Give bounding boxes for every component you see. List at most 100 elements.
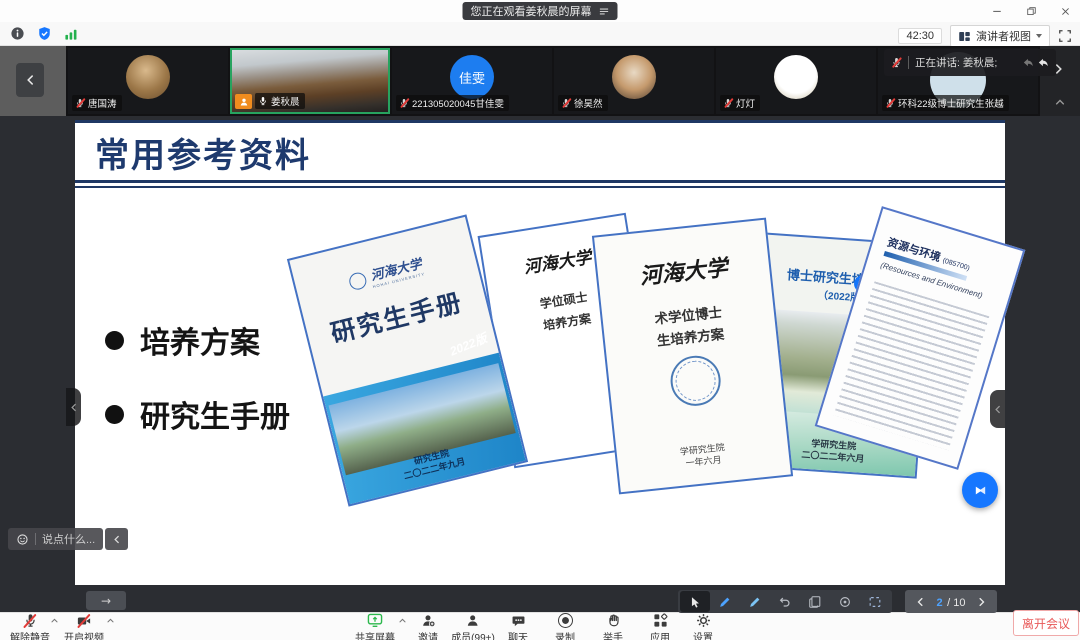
participant-strip: 唐国涛 姜秋晨 佳雯 221 [0,46,1080,116]
university-script: 河海大学 [597,246,770,296]
strip-collapse-button[interactable] [1054,96,1066,108]
university-seal [668,353,723,408]
participant-name: 221305020045甘佳雯 [412,96,504,110]
smiley-icon[interactable] [16,533,29,546]
camera-off-icon [76,613,92,628]
highlighter-icon [748,595,762,609]
settings-button[interactable]: 设置 [693,613,713,640]
chat-label: 聊天 [508,629,528,640]
pen-icon [718,595,732,609]
meeting-window: 您正在观看姜秋晨的屏幕 [0,0,1080,640]
mic-options-chevron[interactable] [50,616,59,625]
signal-icon[interactable] [64,26,79,41]
info-icon[interactable] [10,26,25,41]
meeting-timer: 42:30 [898,28,942,44]
menu-icon[interactable] [599,6,610,17]
start-video-label: 开启视频 [64,629,104,640]
avatar [612,55,656,99]
book-cover-doctoral-plan: 河海大学 术学位博士 生培养方案 学研究生院 一年六月 [592,218,793,495]
assistant-fab-button[interactable] [962,472,998,508]
chat-button[interactable]: 聊天 [508,613,528,640]
watching-banner-text: 您正在观看姜秋晨的屏幕 [471,3,592,19]
strip-scroll-left-button[interactable] [16,63,44,97]
view-mode-selector[interactable]: 演讲者视图 [950,25,1050,47]
unmute-button[interactable]: 解除静音 [6,613,54,640]
chat-input-collapsed[interactable]: 说点什么... [8,528,103,550]
start-video-button[interactable]: 开启视频 [60,613,108,640]
book-footer: 学研究生院 一年六月 [617,435,790,477]
chat-icon [511,613,526,628]
participant-tile[interactable]: 徐昊然 [554,48,714,114]
raise-hand-label: 举手 [603,629,623,640]
right-panel-handle[interactable] [990,390,1005,428]
mic-on-icon [258,96,268,106]
members-label: 成员(99+) [451,629,495,640]
restore-icon[interactable] [1024,4,1038,18]
participant-tile[interactable]: 佳雯 221305020045甘佳雯 [392,48,552,114]
mic-muted-icon [23,613,38,628]
unmute-label: 解除静音 [10,629,50,640]
mic-muted-icon [891,57,902,68]
undo-button[interactable] [770,591,800,612]
next-page-button[interactable] [976,596,988,608]
pages-icon [808,595,822,609]
apps-button[interactable]: 应用 [650,613,670,640]
participant-tile[interactable]: 唐国涛 [68,48,228,114]
page-current: 2 [937,597,943,609]
select-area-tool-button[interactable] [860,591,890,612]
undo-icon [778,595,792,609]
minimize-icon[interactable] [990,4,1004,18]
slide-bullet: 研究生手册 [105,392,290,436]
share-screen-button[interactable]: 共享屏幕 [355,613,395,640]
raise-hand-icon [606,613,621,628]
jump-arrow-icon: → [101,594,111,608]
leave-meeting-button[interactable]: 离开会议 [1013,610,1079,636]
share-screen-label: 共享屏幕 [355,629,395,640]
jump-arrow-button[interactable]: → [86,591,126,610]
slide-title: 常用参考资料 [95,128,311,177]
participant-nametag: 姜秋晨 [255,93,305,109]
pen-tool-button[interactable] [710,591,740,612]
invite-button[interactable]: 邀请 [418,613,438,640]
left-panel-handle[interactable] [66,388,81,426]
chat-input-placeholder[interactable]: 说点什么... [42,531,95,547]
body-text-blur [834,281,990,450]
shield-icon[interactable] [37,26,52,41]
title-rule-thick [75,180,1005,183]
mic-muted-icon [561,98,571,108]
members-button[interactable]: 成员(99+) [451,613,495,640]
participant-name: 唐国涛 [88,96,117,110]
participant-tile[interactable]: 灯灯 [716,48,876,114]
record-button[interactable]: 录制 [555,613,575,640]
presentation-slide: 常用参考资料 培养方案 研究生手册 河海大学 学位硕士 培养方案 博士研究生培养… [75,120,1005,585]
settings-icon [696,613,711,628]
chevron-left-icon [992,404,1003,415]
invite-icon [420,613,436,628]
prev-page-button[interactable] [914,596,926,608]
close-icon[interactable] [1058,4,1072,18]
pages-tool-button[interactable] [800,591,830,612]
fab-icon [972,482,989,499]
chevron-left-icon [68,402,79,413]
reply-arrow-icon[interactable] [1036,56,1049,69]
mic-muted-icon [723,98,733,108]
participant-nametag: 221305020045甘佳雯 [396,95,509,111]
laser-tool-button[interactable] [830,591,860,612]
participant-name: 环科22级博士研究生张越 [898,96,1004,110]
share-options-chevron[interactable] [398,616,407,625]
raise-hand-button[interactable]: 举手 [603,613,623,640]
highlighter-tool-button[interactable] [740,591,770,612]
video-options-chevron[interactable] [106,616,115,625]
watching-banner: 您正在观看姜秋晨的屏幕 [463,2,618,20]
chat-collapse-button[interactable] [105,528,128,550]
avatar: 佳雯 [450,55,494,99]
fullscreen-icon[interactable] [1058,29,1072,43]
book-edition: 2022版 [447,329,489,359]
participant-tile[interactable]: 姜秋晨 [230,48,390,114]
status-bar-right: 42:30 演讲者视图 [898,25,1072,47]
view-mode-label: 演讲者视图 [976,28,1031,44]
layout-icon [958,30,971,43]
cursor-tool-button[interactable] [680,591,710,612]
reply-arrow-dim-icon[interactable] [1021,56,1034,69]
divider [35,533,36,545]
